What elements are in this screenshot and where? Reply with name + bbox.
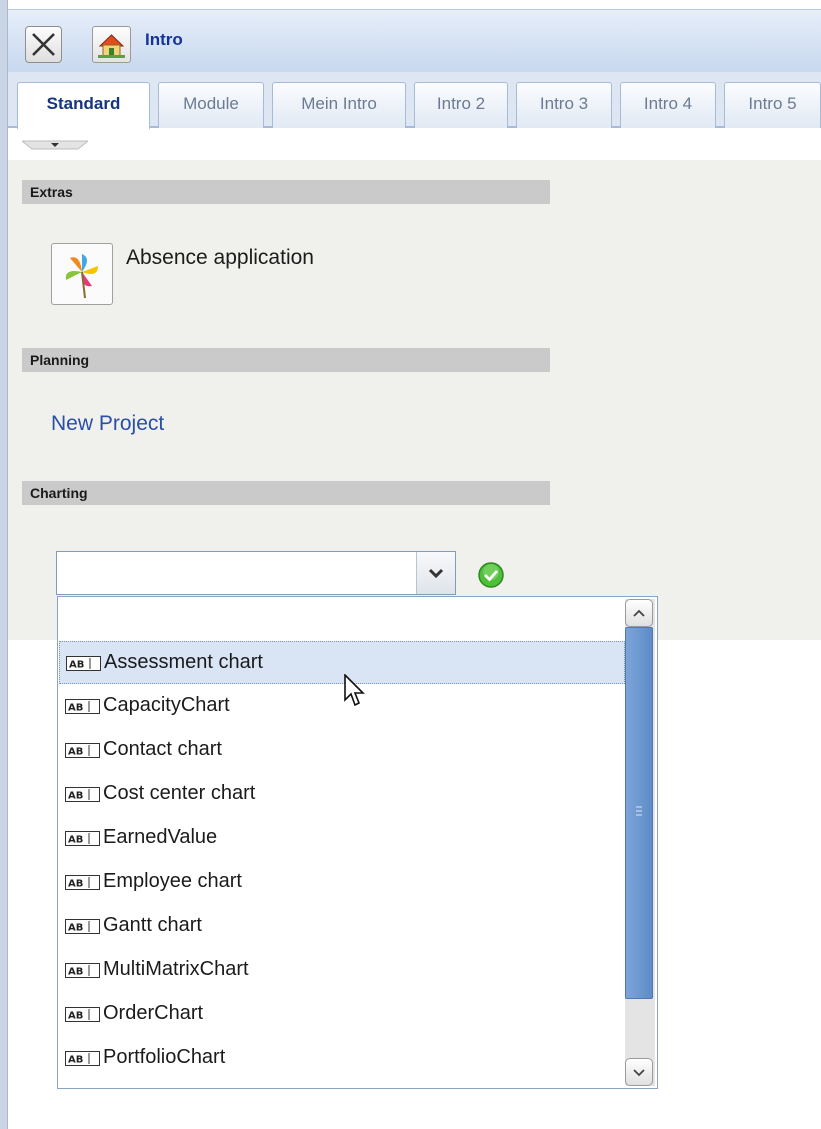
text-field-ab-icon: AB xyxy=(65,787,100,802)
title-bar: Intro xyxy=(8,9,821,72)
list-item-label: Gantt chart xyxy=(103,914,202,936)
section-header-planning: Planning xyxy=(22,348,550,372)
section-header-charting: Charting xyxy=(22,481,550,505)
list-item-label: Contact chart xyxy=(103,738,222,760)
list-item-label: MultiMatrixChart xyxy=(103,958,249,980)
chevron-down-icon xyxy=(428,568,444,579)
list-item-label: PortfolioChart xyxy=(103,1046,226,1068)
svg-text:AB: AB xyxy=(69,660,84,671)
text-field-ab-icon: AB xyxy=(65,743,100,758)
list-item-label: CapacityChart xyxy=(103,694,230,716)
home-button[interactable] xyxy=(92,26,131,63)
list-item[interactable]: AB Cost center chart xyxy=(59,773,625,816)
svg-text:AB: AB xyxy=(68,967,83,978)
grip-icon xyxy=(636,806,642,816)
chart-select-dropdown-button[interactable] xyxy=(416,552,455,594)
list-item-label: EarnedValue xyxy=(103,826,218,848)
svg-text:AB: AB xyxy=(68,703,83,714)
list-item[interactable]: AB MultiMatrixChart xyxy=(59,949,625,992)
window-title: Intro xyxy=(145,30,183,49)
svg-text:AB: AB xyxy=(68,791,83,802)
chart-select-combo[interactable] xyxy=(56,551,456,595)
text-field-ab-icon: AB xyxy=(65,831,100,846)
text-field-ab-icon: AB xyxy=(65,1007,100,1022)
list-item-label: OrderChart xyxy=(103,1002,204,1024)
list-item[interactable]: AB Contact chart xyxy=(59,729,625,772)
scroll-up-button[interactable] xyxy=(625,599,653,627)
svg-text:AB: AB xyxy=(68,835,83,846)
text-field-ab-icon: AB xyxy=(65,1051,100,1066)
list-item-label: Assessment chart xyxy=(104,651,263,673)
list-item[interactable]: AB Employee chart xyxy=(59,861,625,904)
list-item-label: Cost center chart xyxy=(103,782,256,804)
tab-intro-2[interactable]: Intro 2 xyxy=(414,82,508,128)
window-left-border xyxy=(0,0,8,1129)
scroll-thumb[interactable] xyxy=(625,627,653,999)
mouse-cursor-icon xyxy=(344,674,365,707)
scroll-down-button[interactable] xyxy=(625,1058,653,1086)
tab-module[interactable]: Module xyxy=(158,82,264,128)
tab-standard[interactable]: Standard xyxy=(17,82,150,130)
svg-text:AB: AB xyxy=(68,923,83,934)
text-field-ab-icon: AB xyxy=(65,875,100,890)
list-item[interactable]: AB CapacityChart xyxy=(59,685,625,728)
absence-application-button[interactable] xyxy=(51,243,113,305)
list-item[interactable]: AB Gantt chart xyxy=(59,905,625,948)
text-field-ab-icon: AB xyxy=(65,963,100,978)
tab-intro-5[interactable]: Intro 5 xyxy=(724,82,821,128)
chart-dropdown-list[interactable]: AB Assessment chart AB CapacityChart AB … xyxy=(57,596,658,1089)
list-item[interactable]: AB Assessment chart xyxy=(59,641,625,684)
green-check-icon[interactable] xyxy=(477,561,505,589)
list-item[interactable]: AB EarnedValue xyxy=(59,817,625,860)
svg-text:AB: AB xyxy=(68,747,83,758)
list-item[interactable]: AB OrderChart xyxy=(59,993,625,1036)
section-header-extras: Extras xyxy=(22,180,550,204)
close-x-icon xyxy=(32,33,55,56)
svg-text:AB: AB xyxy=(68,1055,83,1066)
svg-text:AB: AB xyxy=(68,879,83,890)
close-button[interactable] xyxy=(25,26,62,63)
text-field-ab-icon: AB xyxy=(65,919,100,934)
list-item-label: Employee chart xyxy=(103,870,242,892)
chevron-up-icon xyxy=(633,609,645,617)
text-field-ab-icon: AB xyxy=(65,699,100,714)
tab-intro-3[interactable]: Intro 3 xyxy=(516,82,612,128)
text-field-ab-icon: AB xyxy=(66,656,101,671)
list-item[interactable]: AB PortfolioChart xyxy=(59,1037,625,1080)
dropdown-scrollbar[interactable] xyxy=(625,599,655,1086)
tab-bar: Standard Module Mein Intro Intro 2 Intro… xyxy=(8,72,821,130)
pinwheel-icon xyxy=(65,254,98,299)
svg-text:AB: AB xyxy=(68,1011,83,1022)
home-icon xyxy=(98,34,125,58)
tab-intro-4[interactable]: Intro 4 xyxy=(620,82,716,128)
collapse-handle-icon[interactable] xyxy=(22,140,88,150)
new-project-link[interactable]: New Project xyxy=(51,412,164,436)
tab-mein-intro[interactable]: Mein Intro xyxy=(272,82,406,128)
absence-application-label[interactable]: Absence application xyxy=(126,246,314,270)
chevron-down-icon xyxy=(633,1069,645,1077)
